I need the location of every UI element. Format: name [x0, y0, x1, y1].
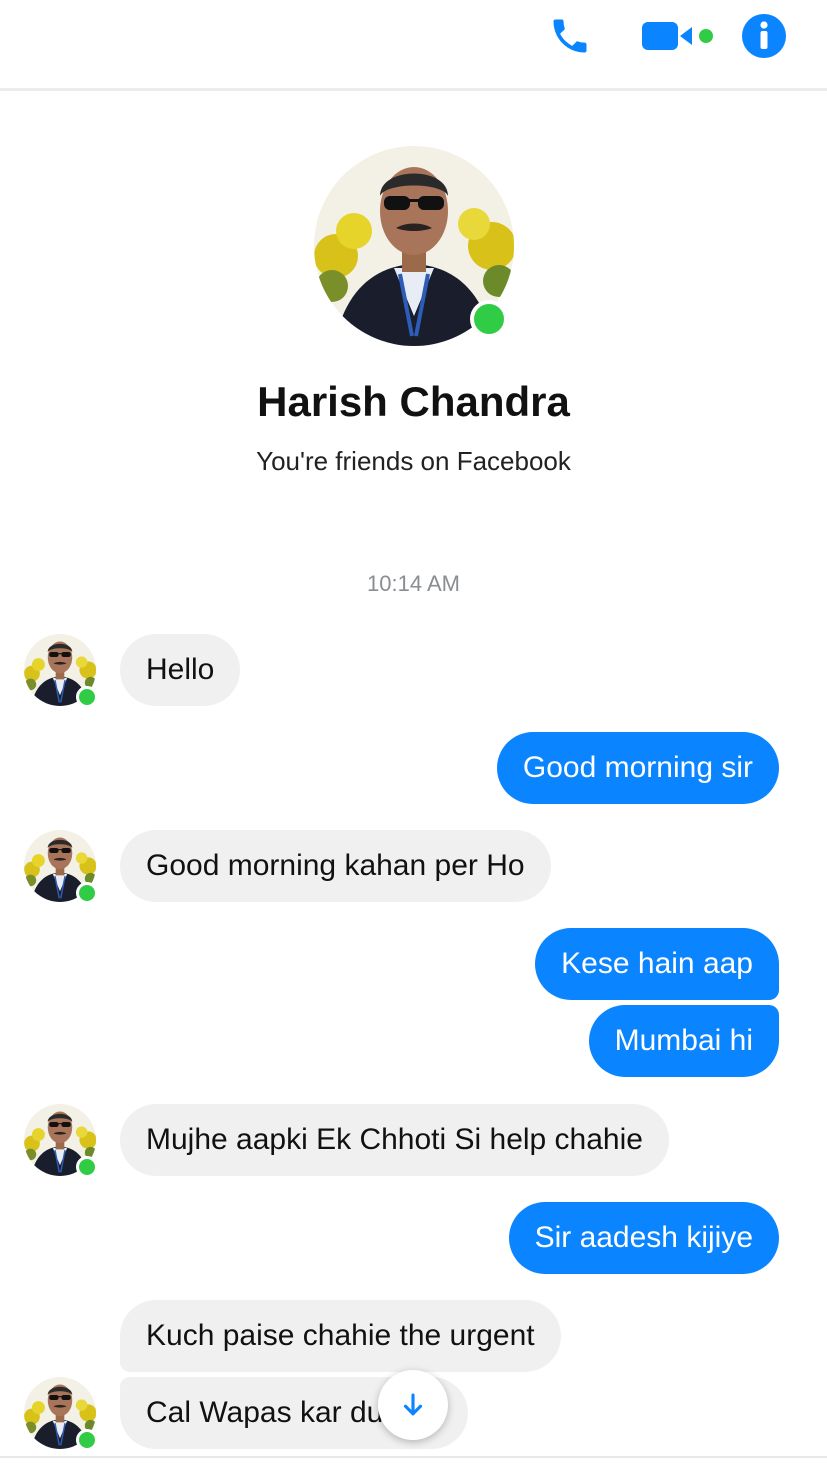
outgoing-message[interactable]: Good morning sir — [496, 732, 779, 804]
info-icon — [742, 14, 786, 58]
message-timestamp: 10:14 AM — [367, 571, 460, 596]
sender-avatar[interactable] — [24, 1104, 98, 1178]
chat-header — [0, 0, 827, 91]
messenger-chat-screen: Harish Chandra You're friends on Faceboo… — [0, 0, 827, 1470]
online-status-indicator — [76, 1429, 98, 1451]
friendship-status-text: You're friends on Facebook — [256, 446, 571, 476]
incoming-message[interactable]: Good morning kahan per Ho — [120, 830, 551, 902]
online-status-indicator — [76, 882, 98, 904]
outgoing-message[interactable]: Kese hain aap — [535, 928, 779, 1000]
online-status-indicator — [76, 686, 98, 708]
conversation-info-button[interactable] — [736, 8, 792, 64]
composer-divider — [0, 1456, 827, 1458]
phone-icon — [553, 19, 587, 53]
online-status-indicator — [76, 1156, 98, 1178]
outgoing-message[interactable]: Mumbai hi — [588, 1005, 779, 1077]
profile-avatar[interactable] — [314, 146, 514, 346]
profile-name[interactable]: Harish Chandra — [0, 378, 827, 426]
online-status-indicator — [470, 300, 508, 338]
video-call-button[interactable] — [636, 8, 720, 64]
outgoing-message[interactable]: Sir aadesh kijiye — [508, 1202, 779, 1274]
sender-avatar[interactable] — [24, 830, 98, 904]
incoming-message[interactable]: Mujhe aapki Ek Chhoti Si help chahie — [120, 1104, 669, 1176]
incoming-message[interactable]: Hello — [120, 634, 241, 706]
arrow-down-icon — [403, 1393, 423, 1416]
sender-avatar[interactable] — [24, 634, 98, 708]
video-camera-icon — [642, 22, 713, 50]
incoming-message[interactable]: Kuch paise chahie the urgent — [120, 1300, 561, 1372]
sender-avatar[interactable] — [24, 1377, 98, 1451]
voice-call-button[interactable] — [542, 8, 598, 64]
scroll-to-bottom-button[interactable] — [378, 1370, 448, 1440]
